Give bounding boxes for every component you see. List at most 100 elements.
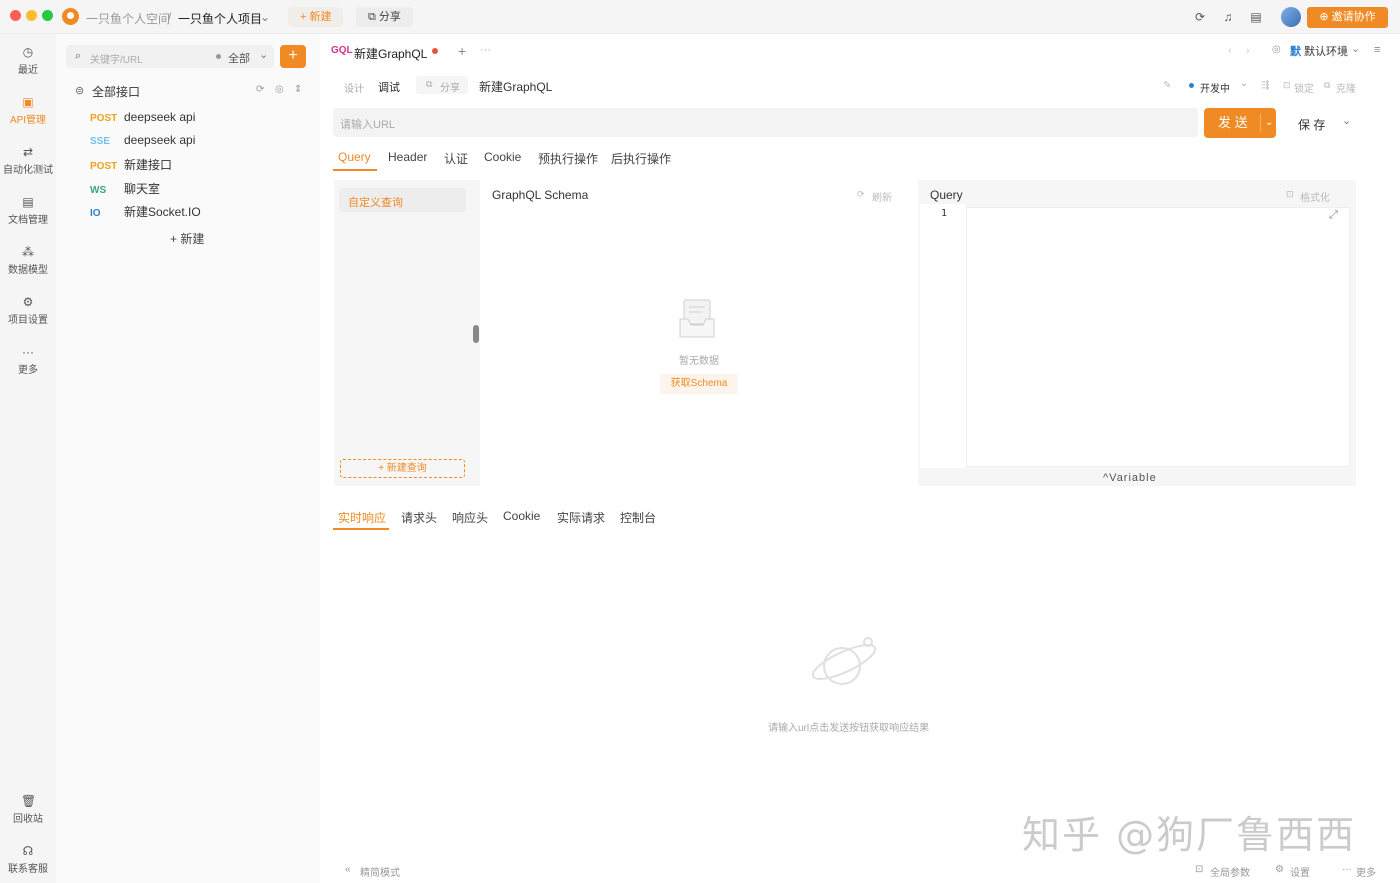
env-select[interactable]: 默认环境 — [1304, 43, 1348, 59]
tab-header[interactable]: Header — [388, 150, 427, 164]
maximize-window-button[interactable] — [42, 10, 53, 21]
settings-button[interactable]: 设置 — [1290, 864, 1310, 879]
custom-query-item[interactable]: 自定义查询 — [339, 188, 466, 212]
tab-console[interactable]: 控制台 — [620, 509, 656, 526]
translate-icon[interactable]: ✎ — [1163, 80, 1171, 91]
breadcrumb-space[interactable]: 一只鱼个人空间 — [86, 10, 170, 27]
collapse-icon[interactable]: « — [345, 864, 351, 875]
lock-icon: ⊡ — [1283, 80, 1291, 90]
rail-item-api[interactable]: ▣ API管理 — [0, 95, 56, 126]
tab-actual-request[interactable]: 实际请求 — [557, 509, 605, 526]
rail-label: 文档管理 — [8, 215, 48, 226]
resize-handle[interactable] — [473, 325, 479, 343]
tab-more-icon[interactable]: ··· — [480, 44, 491, 56]
clone-button[interactable]: 克隆 — [1336, 80, 1356, 95]
menu-icon[interactable]: ≡ — [1374, 44, 1380, 56]
lock-button[interactable]: 锁定 — [1294, 80, 1314, 95]
refresh-icon[interactable]: ⟳ — [256, 84, 264, 95]
list-item[interactable]: IO 新建Socket.IO — [90, 203, 201, 220]
env-settings-icon[interactable]: ◎ — [1272, 44, 1281, 55]
tab-pre-script[interactable]: 预执行操作 — [538, 150, 598, 167]
tab-live-response[interactable]: 实时响应 — [338, 509, 386, 526]
api-name-field[interactable]: 新建GraphQL — [479, 78, 552, 95]
expand-icon[interactable]: ⤢ — [1329, 209, 1338, 222]
tab-response-headers[interactable]: 响应头 — [452, 509, 488, 526]
rail-item-settings[interactable]: ⚙ 项目设置 — [0, 295, 56, 326]
search-input[interactable]: ⌕ 关键字/URL 全部 ⌄ — [66, 45, 274, 68]
rail-item-trash[interactable]: 🗑 回收站 — [0, 794, 56, 825]
prev-tab-icon[interactable]: ‹ — [1228, 45, 1232, 57]
new-button[interactable]: + 新建 — [288, 7, 344, 27]
chevron-down-icon[interactable]: ⌄ — [260, 10, 270, 24]
planet-icon — [811, 637, 877, 685]
add-api-button[interactable]: + — [280, 45, 306, 68]
list-item[interactable]: WS 聊天室 — [90, 180, 160, 197]
status-select[interactable]: 开发中 — [1200, 80, 1230, 95]
list-item[interactable]: POST deepseek api — [90, 110, 195, 124]
tab-design[interactable]: 设计 — [344, 80, 364, 95]
gql-badge: GQL — [331, 45, 353, 56]
fetch-schema-button[interactable]: 获取Schema — [660, 374, 738, 394]
list-item[interactable]: SSE deepseek api — [90, 133, 195, 147]
method-badge: POST — [90, 161, 118, 172]
rail-item-recent[interactable]: ◷ 最近 — [0, 45, 56, 76]
query-editor[interactable] — [966, 207, 1350, 467]
tab-resp-cookie[interactable]: Cookie — [503, 509, 540, 523]
search-placeholder: 关键字/URL — [90, 55, 143, 66]
schema-refresh-button[interactable]: 刷新 — [872, 189, 892, 204]
sidebar-new-label: 新建 — [180, 232, 205, 246]
tab-new-graphql[interactable]: GQL 新建GraphQL — [331, 45, 441, 61]
rail-item-automation[interactable]: ⇄ 自动化测试 — [0, 145, 56, 176]
settings-icon: ⚙ — [22, 295, 34, 309]
next-tab-icon[interactable]: › — [1246, 45, 1250, 57]
message-icon[interactable]: ▤ — [1249, 10, 1263, 24]
breadcrumb-project[interactable]: 一只鱼个人项目 — [178, 10, 262, 27]
tab-cookie[interactable]: Cookie — [484, 150, 521, 164]
chevron-down-icon[interactable]: ⌄ — [1351, 42, 1360, 55]
global-params-button[interactable]: 全局参数 — [1210, 864, 1250, 879]
filter-select[interactable]: 全部 — [228, 50, 250, 66]
rail-label: 联系客服 — [8, 864, 48, 875]
rail-item-more[interactable]: ··· 更多 — [0, 345, 56, 376]
rail-item-support[interactable]: ☊ 联系客服 — [0, 844, 56, 875]
sidebar-new-button[interactable]: + 新建 — [170, 230, 204, 247]
close-window-button[interactable] — [10, 10, 21, 21]
sort-icon[interactable]: ⇕ — [294, 84, 302, 95]
chevron-down-icon[interactable]: ⌄ — [1342, 114, 1351, 127]
tab-request-headers[interactable]: 请求头 — [401, 509, 437, 526]
locate-icon[interactable]: ◎ — [275, 84, 284, 95]
rail-item-docs[interactable]: ▤ 文档管理 — [0, 195, 56, 226]
minimize-window-button[interactable] — [26, 10, 37, 21]
variable-toggle[interactable]: ^Variable — [1103, 472, 1157, 484]
send-button[interactable]: 发 送 ⌄ — [1204, 108, 1276, 138]
simple-mode-button[interactable]: 精简模式 — [360, 864, 400, 879]
folder-icon: ⊜ — [75, 85, 85, 97]
chevron-down-icon[interactable]: ⌄ — [1240, 78, 1248, 89]
save-button[interactable]: 保 存 — [1298, 116, 1325, 133]
tree-root[interactable]: 全部接口 — [92, 83, 140, 100]
invite-button[interactable]: ⊕ 邀请协作 — [1307, 7, 1388, 28]
url-input[interactable]: 请输入URL — [333, 108, 1198, 137]
rail-item-models[interactable]: ⁂ 数据模型 — [0, 245, 56, 276]
chevron-down-icon[interactable]: ⌄ — [259, 48, 268, 61]
share-button[interactable]: ⧉ 分享 — [356, 7, 413, 27]
new-query-button[interactable]: + 新建查询 — [340, 459, 465, 478]
share-api-button[interactable]: ⧉ 分享 — [416, 76, 468, 94]
schema-title: GraphQL Schema — [492, 188, 589, 202]
add-tab-icon[interactable]: + — [458, 43, 466, 59]
tab-debug[interactable]: 调试 — [378, 79, 400, 95]
avatar[interactable] — [1281, 7, 1301, 27]
tab-auth[interactable]: 认证 — [444, 150, 468, 167]
list-item[interactable]: POST 新建接口 — [90, 156, 172, 173]
tab-post-script[interactable]: 后执行操作 — [611, 150, 671, 167]
align-icon[interactable]: ⇶ — [1261, 80, 1269, 91]
sync-icon[interactable]: ⟳ — [1193, 10, 1207, 24]
tab-query[interactable]: Query — [338, 150, 371, 164]
rail-label: 更多 — [18, 365, 38, 376]
bell-icon[interactable]: ♫ — [1221, 10, 1235, 24]
more-button[interactable]: 更多 — [1356, 864, 1376, 879]
api-name: 聊天室 — [124, 182, 161, 196]
chevron-down-icon[interactable]: ⌄ — [1265, 108, 1273, 138]
format-button[interactable]: 格式化 — [1300, 189, 1330, 204]
query-title: Query — [930, 188, 963, 202]
